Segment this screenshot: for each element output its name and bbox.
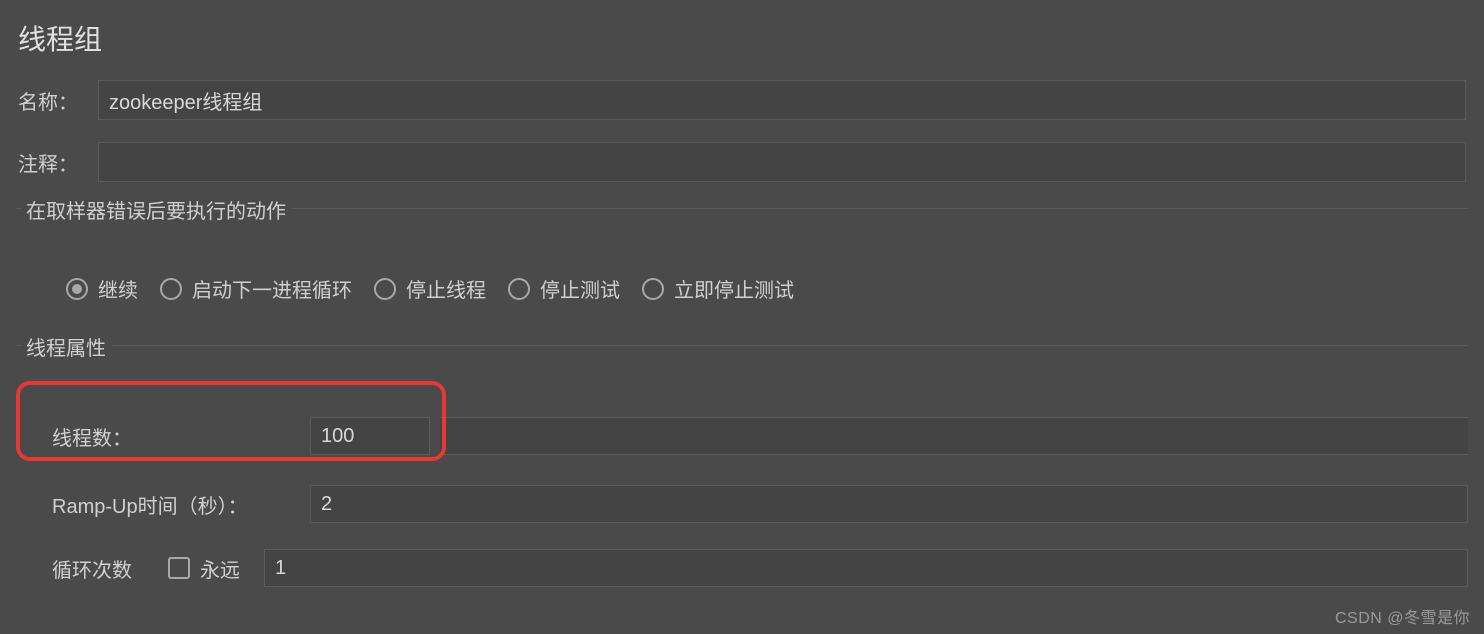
radio-label: 停止线程 xyxy=(406,274,486,303)
threads-label: 线程数： xyxy=(40,422,310,451)
name-row: 名称： xyxy=(0,80,1484,120)
rampup-input[interactable] xyxy=(310,485,1468,523)
thread-props-legend: 线程属性 xyxy=(22,332,112,361)
name-label: 名称： xyxy=(18,86,98,115)
threads-input[interactable] xyxy=(310,417,430,455)
radio-label: 停止测试 xyxy=(540,274,620,303)
radio-stop-thread[interactable]: 停止线程 xyxy=(374,274,486,303)
threads-row: 线程数： xyxy=(40,417,1468,455)
comment-row: 注释： xyxy=(0,142,1484,182)
radio-icon xyxy=(160,278,182,300)
forever-label: 永远 xyxy=(200,554,240,583)
radio-icon xyxy=(642,278,664,300)
watermark: CSDN @冬雪是你 xyxy=(1335,604,1470,628)
radio-continue[interactable]: 继续 xyxy=(66,274,138,303)
error-action-legend: 在取样器错误后要执行的动作 xyxy=(22,195,292,224)
comment-label: 注释： xyxy=(18,148,98,177)
radio-icon xyxy=(508,278,530,300)
error-action-radios: 继续 启动下一进程循环 停止线程 停止测试 立即停止测试 xyxy=(16,238,1468,339)
radio-stop-test[interactable]: 停止测试 xyxy=(508,274,620,303)
thread-props-fieldset: 线程属性 线程数： Ramp-Up时间（秒）： 循环次数 永远 xyxy=(16,345,1468,587)
loops-row: 循环次数 永远 xyxy=(40,549,1468,587)
radio-start-next-loop[interactable]: 启动下一进程循环 xyxy=(160,274,352,303)
radio-stop-test-now[interactable]: 立即停止测试 xyxy=(642,274,794,303)
forever-checkbox[interactable] xyxy=(168,557,190,579)
radio-label: 继续 xyxy=(98,274,138,303)
rampup-row: Ramp-Up时间（秒）： xyxy=(40,485,1468,523)
panel-title: 线程组 xyxy=(0,0,1484,58)
radio-icon xyxy=(374,278,396,300)
loops-input[interactable] xyxy=(264,549,1468,587)
radio-label: 启动下一进程循环 xyxy=(192,274,352,303)
radio-label: 立即停止测试 xyxy=(674,274,794,303)
radio-icon xyxy=(66,278,88,300)
name-input[interactable] xyxy=(98,80,1466,120)
loops-label: 循环次数 xyxy=(40,554,168,583)
comment-input[interactable] xyxy=(98,142,1466,182)
rampup-label: Ramp-Up时间（秒）： xyxy=(40,490,310,519)
error-action-fieldset: 在取样器错误后要执行的动作 继续 启动下一进程循环 停止线程 停止测试 立即停止… xyxy=(16,208,1468,339)
